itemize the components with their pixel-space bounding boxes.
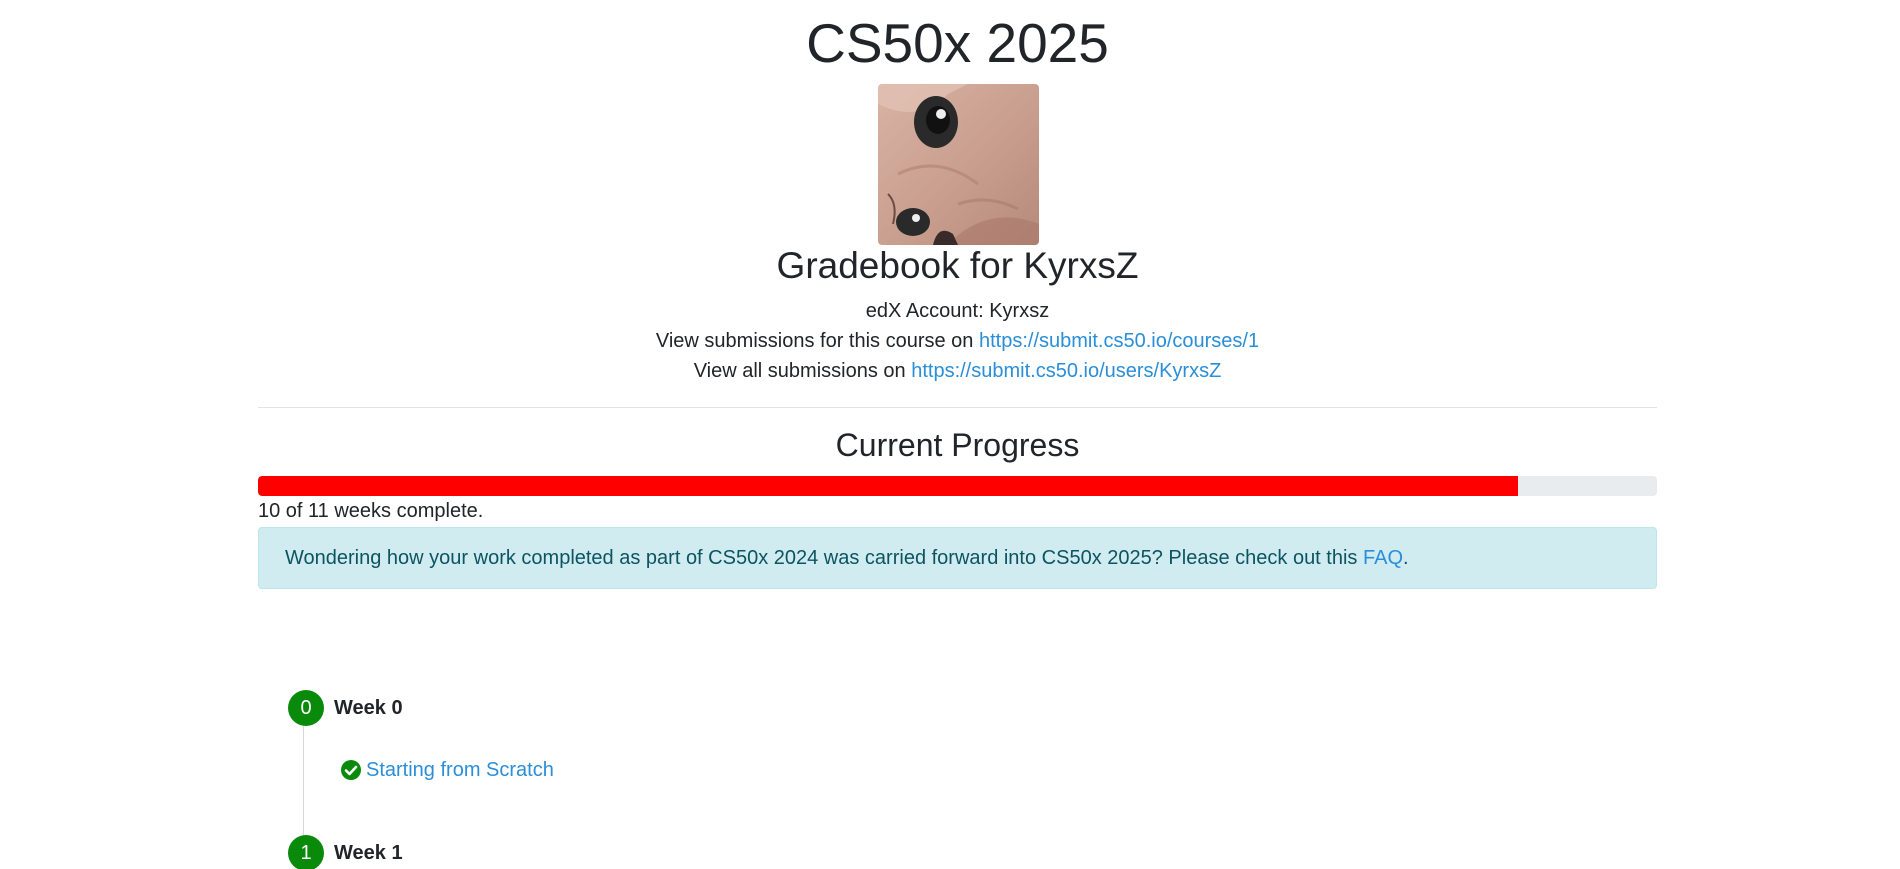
progress-title: Current Progress — [835, 427, 1080, 463]
list-item: Starting from Scratch — [341, 756, 554, 784]
alert-text: Wondering how your work completed as par… — [285, 544, 1409, 572]
course-submissions-link[interactable]: https://submit.cs50.io/courses/1 — [979, 330, 1259, 352]
week-badge: 0 — [288, 690, 324, 726]
progress-bar — [258, 476, 1657, 496]
course-title: CS50x 2025 — [806, 12, 1109, 74]
edx-account: edX Account: Kyrxsz — [865, 300, 1050, 322]
item-link-starting-from-scratch[interactable]: Starting from Scratch — [366, 759, 554, 782]
gradebook-title: Gradebook for KyrxsZ — [776, 245, 1139, 286]
all-submissions-prefix: View all submissions on — [693, 360, 912, 382]
info-alert: Wondering how your work completed as par… — [258, 527, 1657, 589]
week-label: Week 1 — [334, 841, 403, 864]
progress-text: 10 of 11 weeks complete. — [258, 500, 484, 522]
week-badge: 1 — [288, 835, 324, 869]
week-1-header: 1 Week 1 — [288, 835, 403, 869]
divider — [258, 407, 1657, 408]
course-submissions-line: View submissions for this course on http… — [258, 328, 1657, 354]
avatar — [878, 84, 1039, 245]
alert-message: Wondering how your work completed as par… — [285, 547, 1363, 569]
faq-link[interactable]: FAQ — [1363, 547, 1403, 569]
course-submissions-prefix: View submissions for this course on — [655, 330, 979, 352]
progress-bar-fill — [258, 476, 1518, 496]
gradebook-page: CS50x 2025 Gradebook for KyrxsZ edX Acco… — [0, 0, 1900, 869]
check-circle-icon — [341, 760, 361, 780]
all-submissions-line: View all submissions on https://submit.c… — [258, 358, 1657, 384]
all-submissions-link[interactable]: https://submit.cs50.io/users/KyrxsZ — [911, 360, 1221, 382]
week-label: Week 0 — [334, 696, 403, 719]
alert-suffix: . — [1403, 547, 1409, 569]
week-0-header: 0 Week 0 — [288, 690, 403, 726]
